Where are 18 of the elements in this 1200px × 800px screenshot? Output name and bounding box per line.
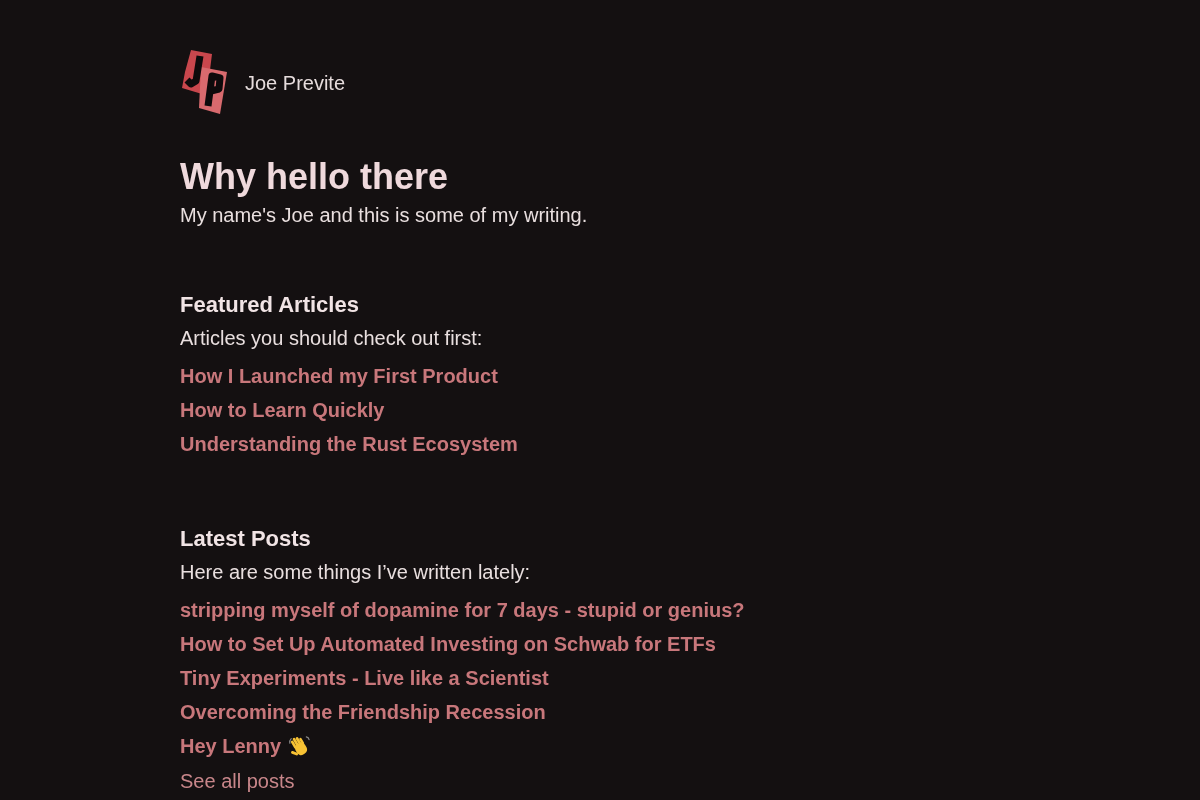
- post-link[interactable]: How I Launched my First Product: [180, 363, 498, 389]
- logo-icon[interactable]: [180, 50, 230, 115]
- section-description: Here are some things I’ve written lately:: [180, 560, 531, 585]
- post-link[interactable]: Tiny Experiments - Live like a Scientist: [180, 665, 549, 691]
- post-link[interactable]: How to Learn Quickly: [180, 397, 385, 423]
- post-link[interactable]: Overcoming the Friendship Recession: [180, 699, 546, 725]
- post-link[interactable]: Understanding the Rust Ecosystem: [180, 431, 518, 457]
- section-description: Articles you should check out first:: [180, 326, 483, 351]
- post-link[interactable]: How to Set Up Automated Investing on Schwab for ETFs: [180, 631, 716, 657]
- waving-hand-icon: [288, 735, 311, 757]
- section-heading: Featured Articles: [180, 291, 359, 319]
- site-name[interactable]: Joe Previte: [245, 70, 346, 95]
- page-heading: Why hello there: [180, 155, 450, 199]
- see-all-link[interactable]: See all posts: [180, 769, 295, 793]
- intro-text: My name's Joe and this is some of my writing.: [180, 203, 589, 228]
- post-link[interactable]: stripping myself of dopamine for 7 days - stupid or genius?: [180, 597, 745, 623]
- section-heading: Latest Posts: [180, 525, 311, 553]
- post-link[interactable]: Hey Lenny: [180, 733, 311, 759]
